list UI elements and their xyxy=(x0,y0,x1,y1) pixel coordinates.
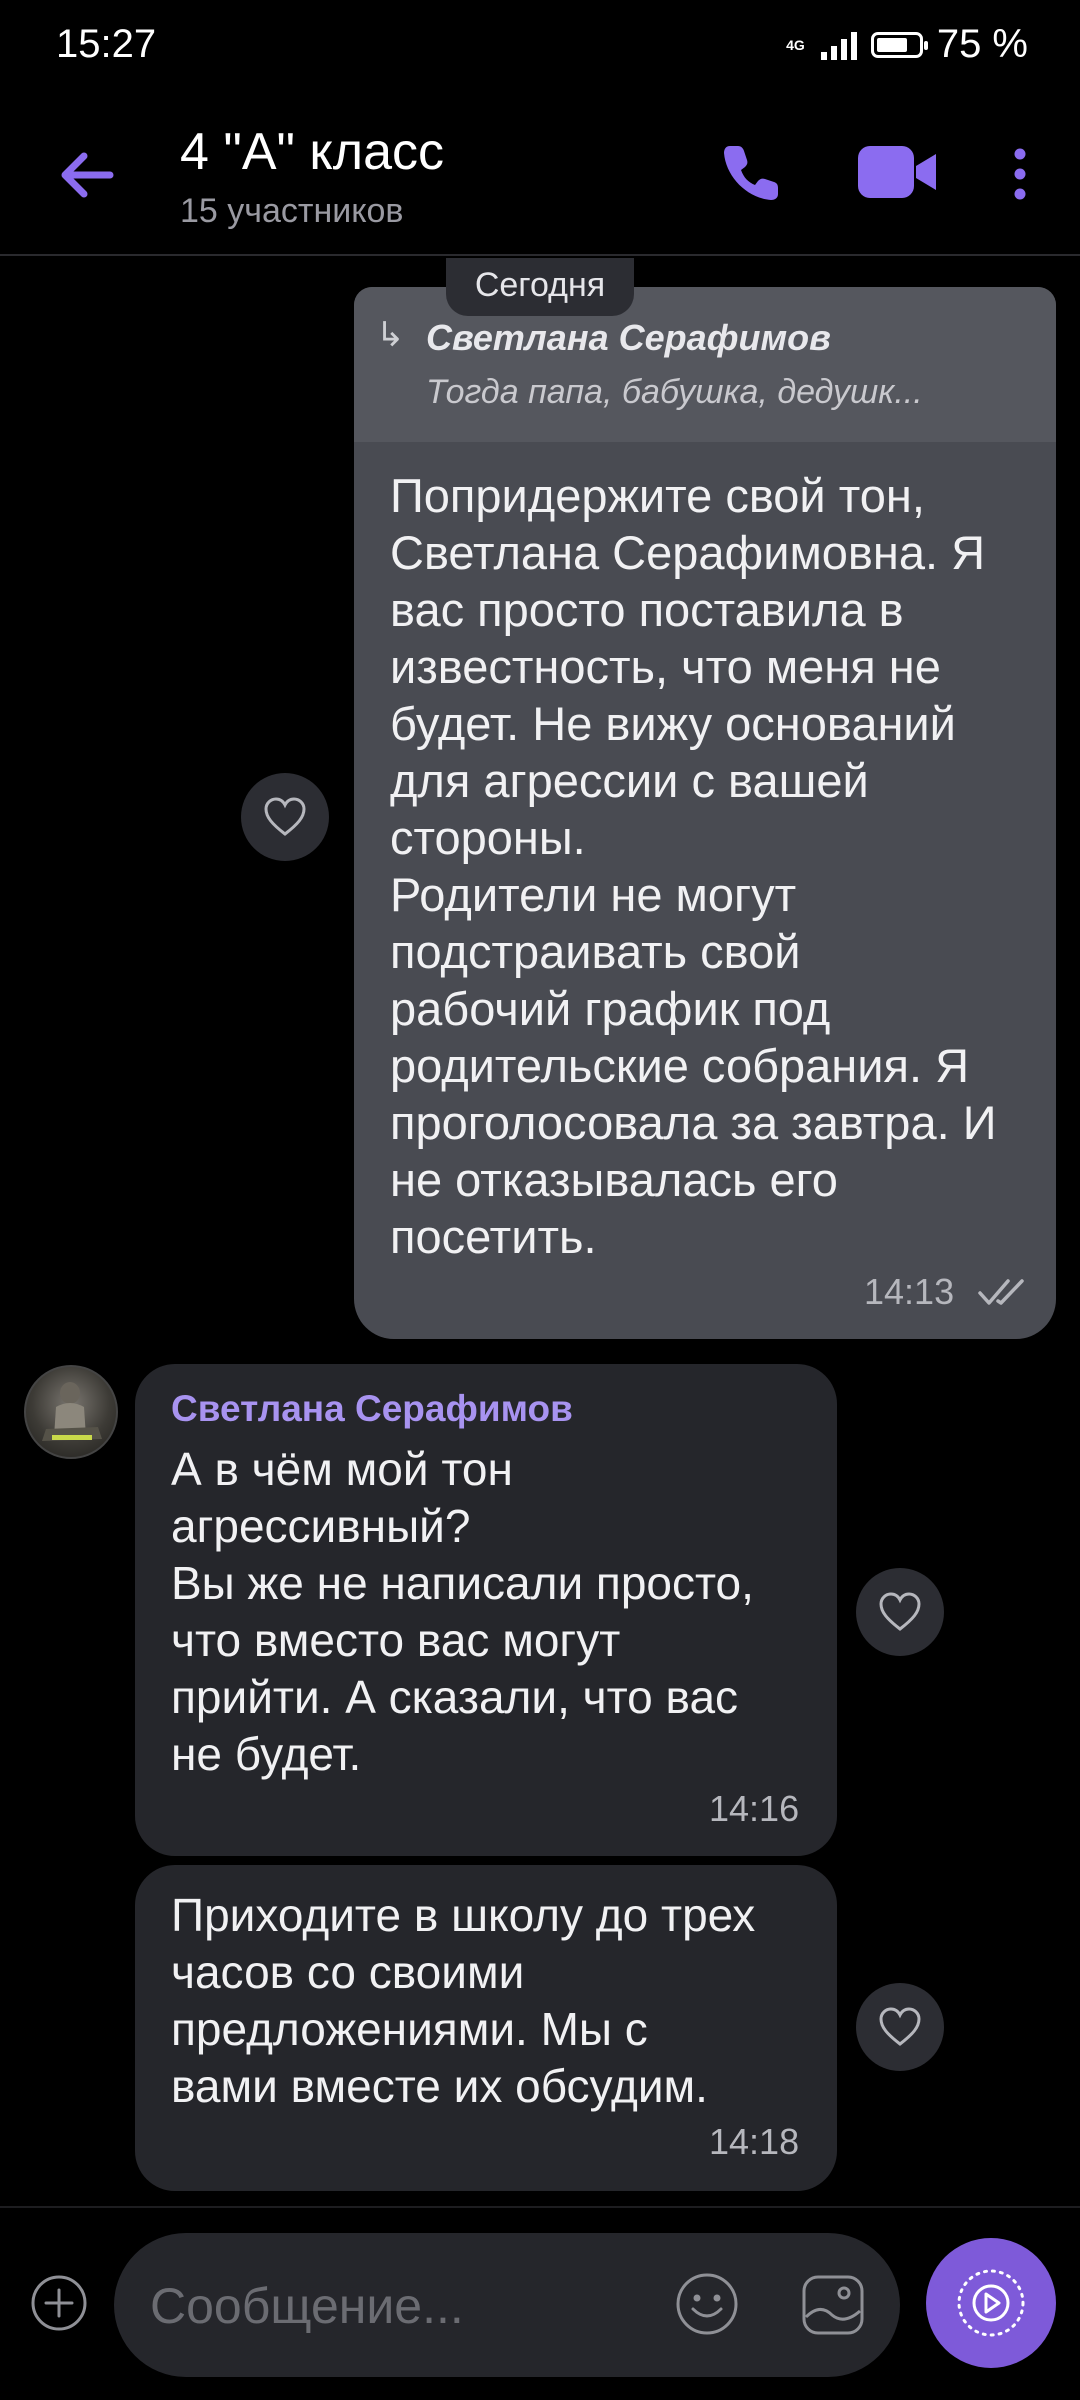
message-time: 14:13 xyxy=(864,1271,955,1312)
message-line: прийти. А сказали, что вас xyxy=(171,1671,739,1723)
heart-icon xyxy=(264,797,306,836)
message-line: будет. Не вижу оснований xyxy=(390,697,956,750)
message-line: что вместо вас могут xyxy=(171,1614,621,1666)
message-line: Вы же не написали просто, xyxy=(171,1557,754,1609)
message-line: подстраивать свой xyxy=(390,925,801,978)
message-line: А в чём мой тон xyxy=(171,1443,513,1495)
avatar-photo xyxy=(42,1382,102,1441)
header-divider xyxy=(0,254,1080,256)
message-line: известность, что меня не xyxy=(390,640,941,693)
status-time: 15:27 xyxy=(56,22,157,66)
incoming-message[interactable]: Светлана Серафимов А в чём мой тон агрес… xyxy=(135,1364,837,1856)
video-call-icon[interactable] xyxy=(856,142,940,202)
message-line: посетить. xyxy=(390,1210,597,1263)
message-line: Родители не могут xyxy=(390,868,797,921)
message-line: Светлана Серафимовна. Я xyxy=(390,526,986,579)
sender-name[interactable]: Светлана Серафимов xyxy=(171,1388,573,1430)
quote-sender: Светлана Серафимов xyxy=(426,317,831,358)
message-line: не отказывалась его xyxy=(390,1153,838,1206)
gallery-icon[interactable] xyxy=(800,2273,866,2337)
battery-percent: 75 % xyxy=(936,22,1028,66)
message-line: родительские собрания. Я xyxy=(390,1039,970,1092)
emoji-icon[interactable] xyxy=(674,2271,740,2337)
message-text: Попридержите свой тон, Светлана Серафимо… xyxy=(390,467,1040,1265)
message-line: Попридержите свой тон, xyxy=(390,469,925,522)
reply-arrow-icon: ↳ xyxy=(376,316,405,354)
like-button[interactable] xyxy=(856,1983,944,2071)
signal-icon xyxy=(820,30,857,60)
sender-avatar[interactable] xyxy=(24,1365,118,1459)
network-type: 4G xyxy=(786,36,805,53)
send-button[interactable] xyxy=(926,2238,1056,2368)
date-separator: Сегодня xyxy=(446,258,634,316)
message-line: проголосовала за завтра. И xyxy=(390,1096,997,1149)
message-placeholder: Сообщение... xyxy=(150,2278,464,2334)
quote-text: Тогда папа, бабушка, дедушк... xyxy=(426,373,923,411)
heart-icon xyxy=(879,2007,921,2046)
message-line: агрессивный? xyxy=(171,1500,471,1552)
message-time: 14:18 xyxy=(709,2121,800,2162)
outgoing-message[interactable]: ↳ Светлана Серафимов Тогда папа, бабушка… xyxy=(354,287,1056,1339)
more-options-icon[interactable] xyxy=(1008,146,1032,202)
participants-count[interactable]: 15 участников xyxy=(180,192,403,231)
incoming-message[interactable]: Приходите в школу до трех часов со своим… xyxy=(135,1865,837,2191)
message-text: Приходите в школу до трех часов со своим… xyxy=(171,1887,821,2115)
battery-level xyxy=(876,37,907,52)
message-line: вас просто поставила в xyxy=(390,583,904,636)
attach-plus-icon[interactable] xyxy=(30,2274,88,2332)
back-arrow-icon[interactable] xyxy=(52,140,122,210)
heart-icon xyxy=(879,1592,921,1631)
composer-divider xyxy=(0,2206,1080,2208)
message-line: Приходите в школу до трех xyxy=(171,1889,756,1941)
message-time: 14:16 xyxy=(709,1788,800,1829)
like-button[interactable] xyxy=(856,1568,944,1656)
status-icons: 4G 75 % xyxy=(786,22,1028,67)
chat-title[interactable]: 4 "А" класс xyxy=(180,122,444,182)
message-line: стороны. xyxy=(390,811,586,864)
message-line: не будет. xyxy=(171,1728,362,1780)
message-line: для агрессии с вашей xyxy=(390,754,869,807)
message-line: рабочий график под xyxy=(390,982,831,1035)
message-line: вами вместе их обсудим. xyxy=(171,2060,708,2112)
read-checkmarks-icon xyxy=(978,1279,1024,1305)
message-line: часов со своими xyxy=(171,1946,525,1998)
like-button[interactable] xyxy=(241,773,329,861)
battery-icon xyxy=(870,31,928,58)
send-icon xyxy=(957,2269,1025,2337)
message-input[interactable]: Сообщение... xyxy=(114,2233,900,2377)
message-text: А в чём мой тон агрессивный? Вы же не на… xyxy=(171,1441,821,1783)
phone-icon[interactable] xyxy=(720,140,784,204)
message-line: предложениями. Мы с xyxy=(171,2003,648,2055)
